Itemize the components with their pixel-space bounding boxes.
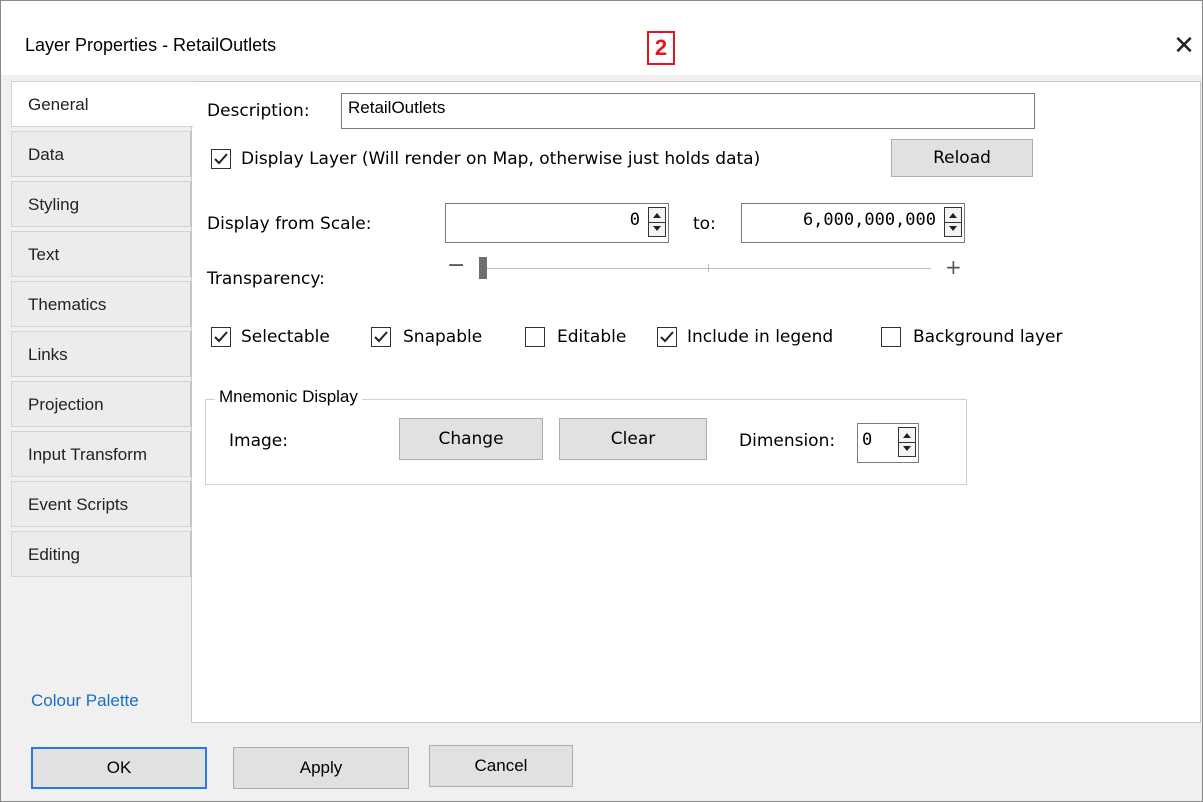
image-label: Image: — [229, 431, 288, 451]
checkmark-icon — [214, 331, 228, 343]
scale-from-spin-buttons[interactable] — [648, 207, 666, 237]
tab-editing[interactable]: Editing — [11, 531, 191, 577]
scale-from-value: 0 — [629, 210, 640, 230]
change-image-button[interactable]: Change — [399, 418, 543, 460]
step-badge: 2 — [647, 31, 675, 65]
colour-palette-link[interactable]: Colour Palette — [31, 691, 139, 711]
spin-down-icon[interactable] — [649, 222, 665, 236]
tab-thematics[interactable]: Thematics — [11, 281, 191, 327]
dimension-spin-buttons[interactable] — [898, 427, 916, 457]
tab-text[interactable]: Text — [11, 231, 191, 277]
include-legend-label: Include in legend — [687, 327, 834, 347]
tab-styling[interactable]: Styling — [11, 181, 191, 227]
spin-up-icon[interactable] — [899, 428, 915, 443]
title-bar: Layer Properties - RetailOutlets 2 ✕ — [1, 1, 1202, 75]
apply-button[interactable]: Apply — [233, 747, 409, 789]
selectable-label: Selectable — [241, 327, 330, 347]
transparency-slider[interactable]: − + — [447, 253, 967, 283]
display-layer-label: Display Layer (Will render on Map, other… — [241, 149, 761, 169]
mnemonic-group-title: Mnemonic Display — [215, 387, 362, 407]
layer-properties-dialog: Layer Properties - RetailOutlets 2 ✕ Gen… — [0, 0, 1203, 802]
spin-up-icon[interactable] — [649, 208, 665, 223]
display-layer-checkbox[interactable] — [211, 149, 231, 169]
scale-from-spinner[interactable]: 0 — [445, 203, 669, 243]
selectable-checkbox[interactable] — [211, 327, 231, 347]
reload-button[interactable]: Reload — [891, 139, 1033, 177]
spin-down-icon[interactable] — [899, 442, 915, 456]
checkmark-icon — [374, 331, 388, 343]
checkmark-icon — [660, 331, 674, 343]
checkmark-icon — [214, 153, 228, 165]
snapable-label: Snapable — [403, 327, 483, 347]
slider-minus-icon[interactable]: − — [447, 253, 465, 278]
tab-general[interactable]: General — [11, 81, 193, 127]
clear-image-button[interactable]: Clear — [559, 418, 707, 460]
tab-input-transform[interactable]: Input Transform — [11, 431, 191, 477]
include-legend-checkbox[interactable] — [657, 327, 677, 347]
cancel-button[interactable]: Cancel — [429, 745, 573, 787]
description-input[interactable]: RetailOutlets — [341, 93, 1035, 129]
dimension-value: 0 — [862, 430, 873, 450]
scale-to-spin-buttons[interactable] — [944, 207, 962, 237]
tab-event-scripts[interactable]: Event Scripts — [11, 481, 191, 527]
snapable-checkbox[interactable] — [371, 327, 391, 347]
window-title: Layer Properties - RetailOutlets — [25, 35, 277, 55]
ok-button[interactable]: OK — [31, 747, 207, 789]
close-icon[interactable]: ✕ — [1169, 31, 1199, 61]
description-label: Description: — [207, 101, 310, 121]
background-layer-label: Background layer — [913, 327, 1063, 347]
spin-down-icon[interactable] — [945, 222, 961, 236]
dimension-spinner[interactable]: 0 — [857, 423, 919, 463]
tab-links[interactable]: Links — [11, 331, 191, 377]
dimension-label: Dimension: — [739, 431, 836, 451]
scale-to-label: to: — [693, 214, 716, 234]
slider-plus-icon[interactable]: + — [945, 255, 962, 279]
scale-label: Display from Scale: — [207, 214, 372, 234]
slider-tick — [708, 264, 709, 272]
spin-up-icon[interactable] — [945, 208, 961, 223]
transparency-label: Transparency: — [207, 269, 325, 289]
background-layer-checkbox[interactable] — [881, 327, 901, 347]
slider-track — [483, 268, 931, 269]
scale-to-value: 6,000,000,000 — [802, 210, 936, 230]
slider-thumb[interactable] — [479, 257, 487, 279]
editable-label: Editable — [557, 327, 627, 347]
tab-projection[interactable]: Projection — [11, 381, 191, 427]
editable-checkbox[interactable] — [525, 327, 545, 347]
scale-to-spinner[interactable]: 6,000,000,000 — [741, 203, 965, 243]
tab-data[interactable]: Data — [11, 131, 191, 177]
